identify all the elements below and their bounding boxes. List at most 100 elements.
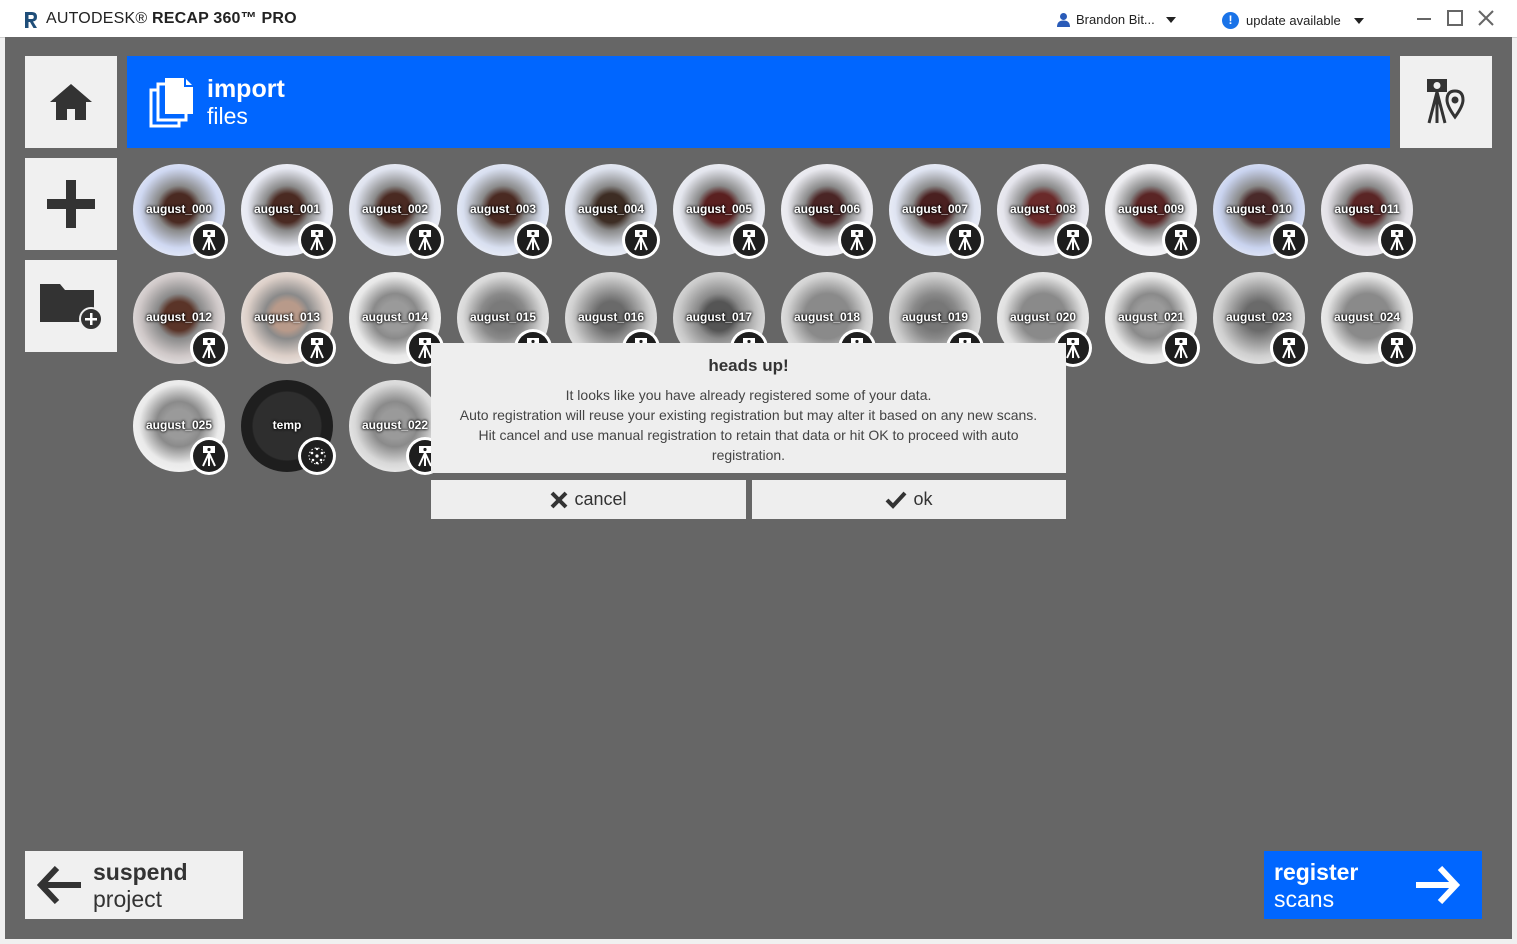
scan-label: august_001 (253, 202, 321, 216)
scan-item[interactable]: august_008 (997, 164, 1092, 259)
import-files-button[interactable]: import files (127, 56, 1390, 148)
scanner-badge (1162, 329, 1200, 367)
tripod-scanner-icon (1165, 224, 1197, 256)
tripod-scanner-icon (1273, 224, 1305, 256)
app-title: AUTODESK® RECAP 360™ PRO (46, 10, 297, 28)
update-menu[interactable]: ! update available (1222, 12, 1364, 29)
scanner-location-icon (1427, 79, 1465, 124)
suspend-label: suspend (93, 859, 188, 885)
scan-item[interactable]: august_021 (1105, 272, 1200, 367)
register-scans-button[interactable]: register scans (1264, 851, 1482, 919)
scan-label: august_025 (145, 418, 213, 432)
tripod-scanner-icon (841, 224, 873, 256)
tripod-scanner-icon (949, 224, 981, 256)
scanner-badge (190, 437, 228, 475)
scan-item[interactable]: august_011 (1321, 164, 1416, 259)
close-icon (551, 491, 568, 508)
scan-item[interactable]: august_013 (241, 272, 336, 367)
tripod-scanner-icon (1057, 224, 1089, 256)
tripod-scanner-icon (193, 440, 225, 472)
scan-label: temp (272, 418, 302, 432)
scan-label: august_024 (1333, 310, 1401, 324)
scan-item[interactable]: august_023 (1213, 272, 1308, 367)
scan-label: august_021 (1117, 310, 1185, 324)
scan-item[interactable]: august_003 (457, 164, 552, 259)
user-name: Brandon Bit... (1076, 12, 1155, 27)
scan-item[interactable]: august_022 (349, 380, 444, 475)
tripod-scanner-icon (409, 224, 441, 256)
user-icon (1057, 13, 1070, 27)
scan-item[interactable]: august_012 (133, 272, 228, 367)
home-button[interactable] (25, 56, 117, 148)
scan-label: august_000 (145, 202, 213, 216)
scan-label: august_023 (1225, 310, 1293, 324)
import-subtitle: files (207, 103, 248, 129)
add-folder-button[interactable] (25, 260, 117, 352)
scan-item[interactable]: august_010 (1213, 164, 1308, 259)
folder-add-icon (40, 284, 103, 331)
scanner-badge (298, 221, 336, 259)
maximize-button[interactable] (1445, 8, 1465, 28)
point-cloud-badge (298, 437, 336, 475)
ok-button[interactable]: ok (752, 480, 1066, 519)
brand-name: AUTODESK® (46, 10, 148, 27)
tripod-scanner-icon (1381, 224, 1413, 256)
scan-label: august_006 (793, 202, 861, 216)
scan-label: august_017 (685, 310, 753, 324)
arrow-left-icon (37, 866, 81, 904)
scan-item[interactable]: august_024 (1321, 272, 1416, 367)
dialog-line: registration. (711, 447, 786, 463)
heads-up-dialog: heads up! It looks like you have already… (431, 343, 1066, 473)
chevron-down-icon (1353, 17, 1364, 24)
geolocation-button[interactable] (1400, 56, 1492, 148)
tripod-scanner-icon (193, 332, 225, 364)
suspend-project-button[interactable]: suspend project (25, 851, 243, 919)
cancel-button[interactable]: cancel (431, 480, 746, 519)
minimize-button[interactable] (1414, 8, 1434, 28)
dialog-line: Auto registration will reuse your existi… (459, 407, 1038, 423)
update-label: update available (1246, 13, 1341, 28)
dialog-line: It looks like you have already registere… (565, 387, 932, 403)
tripod-scanner-icon (193, 224, 225, 256)
scan-label: august_015 (469, 310, 537, 324)
scan-label: august_002 (361, 202, 429, 216)
scan-label: august_004 (577, 202, 645, 216)
scanner-badge (1162, 221, 1200, 259)
scanner-badge (1270, 221, 1308, 259)
scan-item[interactable]: august_009 (1105, 164, 1200, 259)
scanner-badge (730, 221, 768, 259)
scanner-badge (622, 221, 660, 259)
info-icon: ! (1222, 12, 1239, 29)
scan-item[interactable]: august_004 (565, 164, 660, 259)
check-icon (886, 491, 907, 509)
scan-item[interactable]: august_014 (349, 272, 444, 367)
tripod-scanner-icon (517, 224, 549, 256)
scan-item[interactable]: august_005 (673, 164, 768, 259)
plus-icon (47, 180, 95, 228)
workspace: import files august_000 august_001 august_… (5, 37, 1512, 939)
scan-label: august_013 (253, 310, 321, 324)
tripod-scanner-icon (1165, 332, 1197, 364)
scanner-badge (190, 221, 228, 259)
scan-item[interactable]: august_006 (781, 164, 876, 259)
scan-item[interactable]: august_025 (133, 380, 228, 475)
scan-item[interactable]: august_002 (349, 164, 444, 259)
scan-item[interactable]: temp (241, 380, 336, 475)
scan-label: august_003 (469, 202, 537, 216)
scans-label: scans (1274, 886, 1335, 912)
scan-label: august_019 (901, 310, 969, 324)
scan-item[interactable]: august_001 (241, 164, 336, 259)
register-label: register (1274, 859, 1359, 885)
home-icon (50, 84, 92, 120)
scan-label: august_022 (361, 418, 429, 432)
add-button[interactable] (25, 158, 117, 250)
dialog-line: Hit cancel and use manual registration t… (478, 427, 1019, 443)
scan-label: august_007 (901, 202, 969, 216)
scan-item[interactable]: august_007 (889, 164, 984, 259)
close-button[interactable] (1476, 8, 1496, 28)
scanner-badge (1378, 221, 1416, 259)
user-menu[interactable]: Brandon Bit... (1056, 12, 1176, 27)
scanner-badge (946, 221, 984, 259)
scan-item[interactable]: august_000 (133, 164, 228, 259)
dialog-title: heads up! (708, 356, 789, 375)
